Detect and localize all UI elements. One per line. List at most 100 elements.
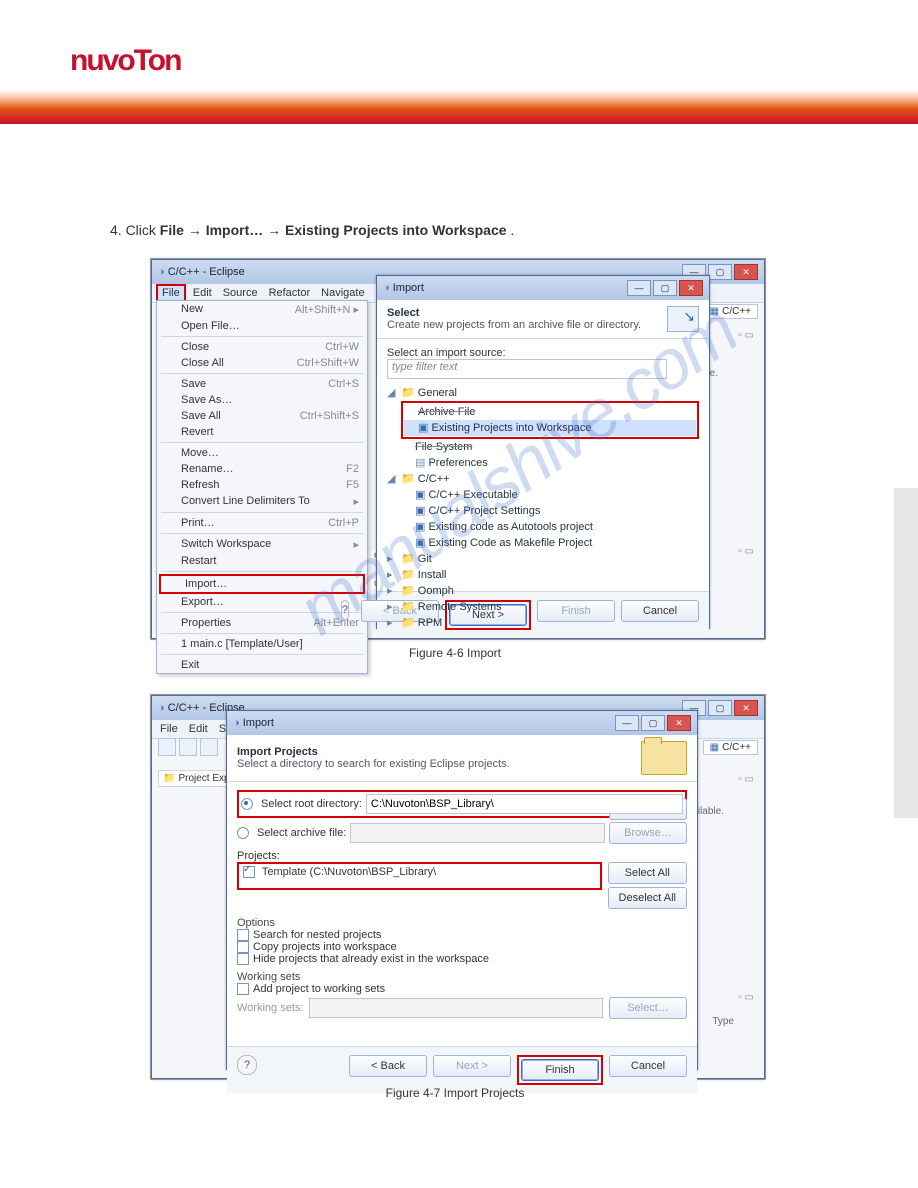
file-menu-item[interactable]: Convert Line Delimiters To▸ [157, 493, 367, 510]
help-button-2[interactable]: ? [237, 1055, 257, 1075]
maximize-button[interactable]: ▢ [653, 280, 677, 296]
deselect-all-button[interactable]: Deselect All [608, 887, 687, 909]
file-menu-item[interactable]: Restart [157, 553, 367, 569]
minimize-button[interactable]: — [615, 715, 639, 731]
menu-navigate[interactable]: Navigate [317, 286, 368, 300]
file-menu-item[interactable]: NewAlt+Shift+N ▸ [157, 301, 367, 318]
close-button[interactable]: ✕ [679, 280, 703, 296]
file-menu-item[interactable]: Print…Ctrl+P [157, 515, 367, 531]
right-type: Type [712, 1016, 734, 1027]
tree-preferences[interactable]: Preferences [428, 457, 487, 469]
maximize-button[interactable]: ▢ [708, 264, 732, 280]
folder-icon: 📁 [163, 773, 175, 784]
wizard-heading: Select [387, 307, 641, 319]
perspective-icon: ▦ [710, 742, 719, 753]
menu-file-2[interactable]: File [156, 722, 182, 736]
menu-edit[interactable]: Edit [189, 286, 216, 300]
file-menu-item[interactable]: Switch Workspace▸ [157, 536, 367, 553]
view-icons-r2[interactable]: ▫ ▭ [738, 992, 754, 1003]
wizard2-heading: Import Projects [237, 746, 510, 758]
file-menu-item[interactable]: CloseCtrl+W [157, 339, 367, 355]
maximize-button[interactable]: ▢ [708, 700, 732, 716]
tree-item[interactable]: ▸📁 RPM [387, 615, 699, 631]
perspective-switcher-2[interactable]: ▦ C/C++ [703, 740, 758, 755]
menu-edit-2[interactable]: Edit [185, 722, 212, 736]
tree-item[interactable]: ▸📁 Remote Systems [387, 599, 699, 615]
file-menu-item[interactable]: Revert [157, 424, 367, 440]
tree-item[interactable]: ▣ C/C++ Project Settings [401, 503, 699, 519]
opt1-checkbox[interactable] [237, 929, 249, 941]
opt3-checkbox[interactable] [237, 953, 249, 965]
view-min-icons[interactable]: ▫ ▭ [738, 330, 754, 341]
file-menu-item[interactable]: Save AllCtrl+Shift+S [157, 408, 367, 424]
file-menu-item[interactable]: RefreshF5 [157, 477, 367, 493]
tree-general[interactable]: General [418, 387, 457, 399]
opt2-label: Copy projects into workspace [253, 941, 397, 953]
tree-item[interactable]: ▸📁 Install [387, 567, 699, 583]
file-menu-item[interactable]: Save As… [157, 392, 367, 408]
tree-item[interactable]: ▸📁 Git [387, 551, 699, 567]
file-menu-item[interactable]: Move… [157, 445, 367, 461]
save-icon[interactable] [179, 738, 197, 756]
close-button[interactable]: ✕ [667, 715, 691, 731]
cancel-button-2[interactable]: Cancel [609, 1055, 687, 1077]
t: File [160, 222, 184, 238]
project-item[interactable]: Template (C:\Nuvoton\BSP_Library\ [262, 866, 436, 878]
tree-archive[interactable]: Archive File [418, 406, 475, 418]
brand-logo: nuvoTon [70, 44, 180, 78]
t: . [510, 222, 514, 238]
file-menu-item[interactable]: Open File… [157, 318, 367, 334]
minimize-button[interactable]: — [627, 280, 651, 296]
browse-archive-button: Browse… [609, 822, 687, 844]
menu-source[interactable]: Source [219, 286, 262, 300]
file-menu-item[interactable]: Rename…F2 [157, 461, 367, 477]
eclipse-icon: ◑ [233, 717, 240, 729]
root-dir-input[interactable] [366, 794, 683, 814]
file-menu-item[interactable]: Export… [157, 594, 367, 610]
toolbar-icons[interactable] [158, 738, 218, 756]
ws-label: Working sets: [237, 1002, 303, 1014]
help-button[interactable]: ? [341, 600, 349, 620]
menu-refactor[interactable]: Refactor [265, 286, 315, 300]
tree-item[interactable]: ▸📁 Oomph [387, 583, 699, 599]
expand-icon[interactable]: ◢ [387, 471, 395, 487]
view-icons-r[interactable]: ▫ ▭ [738, 774, 754, 785]
back-button-2[interactable]: < Back [349, 1055, 427, 1077]
close-button[interactable]: ✕ [734, 264, 758, 280]
perspective-icon: ▦ [710, 306, 719, 317]
import-source-tree[interactable]: ◢📁 General Archive File ▣ Existing Proje… [387, 385, 699, 631]
expand-icon[interactable]: ◢ [387, 385, 395, 401]
close-button[interactable]: ✕ [734, 700, 758, 716]
tree-filesystem[interactable]: File System [415, 441, 472, 453]
filter-input[interactable]: type filter text [387, 359, 667, 379]
eclipse-icon: ◑ [383, 282, 390, 294]
file-menu-item[interactable]: Import… [161, 576, 363, 592]
file-menu-item[interactable]: Close AllCtrl+Shift+W [157, 355, 367, 371]
root-dir-radio[interactable] [241, 798, 253, 810]
finish-button-2[interactable]: Finish [521, 1059, 599, 1081]
file-menu-item[interactable]: SaveCtrl+S [157, 376, 367, 392]
saveall-icon[interactable] [200, 738, 218, 756]
ws-add-checkbox[interactable] [237, 983, 249, 995]
view-min-icons2[interactable]: ▫ ▭ [738, 546, 754, 557]
tree-cpp[interactable]: C/C++ [418, 473, 450, 485]
tree-item[interactable]: ▣ C/C++ Executable [401, 487, 699, 503]
side-tab [894, 488, 918, 818]
file-menu-item[interactable]: PropertiesAlt+Enter [157, 615, 367, 631]
maximize-button[interactable]: ▢ [641, 715, 665, 731]
archive-radio[interactable] [237, 827, 249, 839]
project-checkbox[interactable] [243, 866, 255, 878]
figure-caption-1: Figure 4-6 Import [150, 646, 760, 660]
perspective-switcher[interactable]: ▦ C/C++ [703, 304, 758, 319]
import-wizard-1: ◑ Import — ▢ ✕ Select Create new project… [376, 275, 710, 629]
next-button-2: Next > [433, 1055, 511, 1077]
tree-existing-projects[interactable]: Existing Projects into Workspace [431, 422, 591, 434]
tree-item[interactable]: ▣ Existing code as Autotools project [401, 519, 699, 535]
new-icon[interactable] [158, 738, 176, 756]
file-menu-dropdown[interactable]: NewAlt+Shift+N ▸Open File… CloseCtrl+WClo… [156, 300, 368, 674]
tree-item[interactable]: ▣ Existing Code as Makefile Project [401, 535, 699, 551]
opt2-checkbox[interactable] [237, 941, 249, 953]
select-all-button[interactable]: Select All [608, 862, 687, 884]
opt1-label: Search for nested projects [253, 929, 381, 941]
import2-title: Import [243, 717, 274, 729]
